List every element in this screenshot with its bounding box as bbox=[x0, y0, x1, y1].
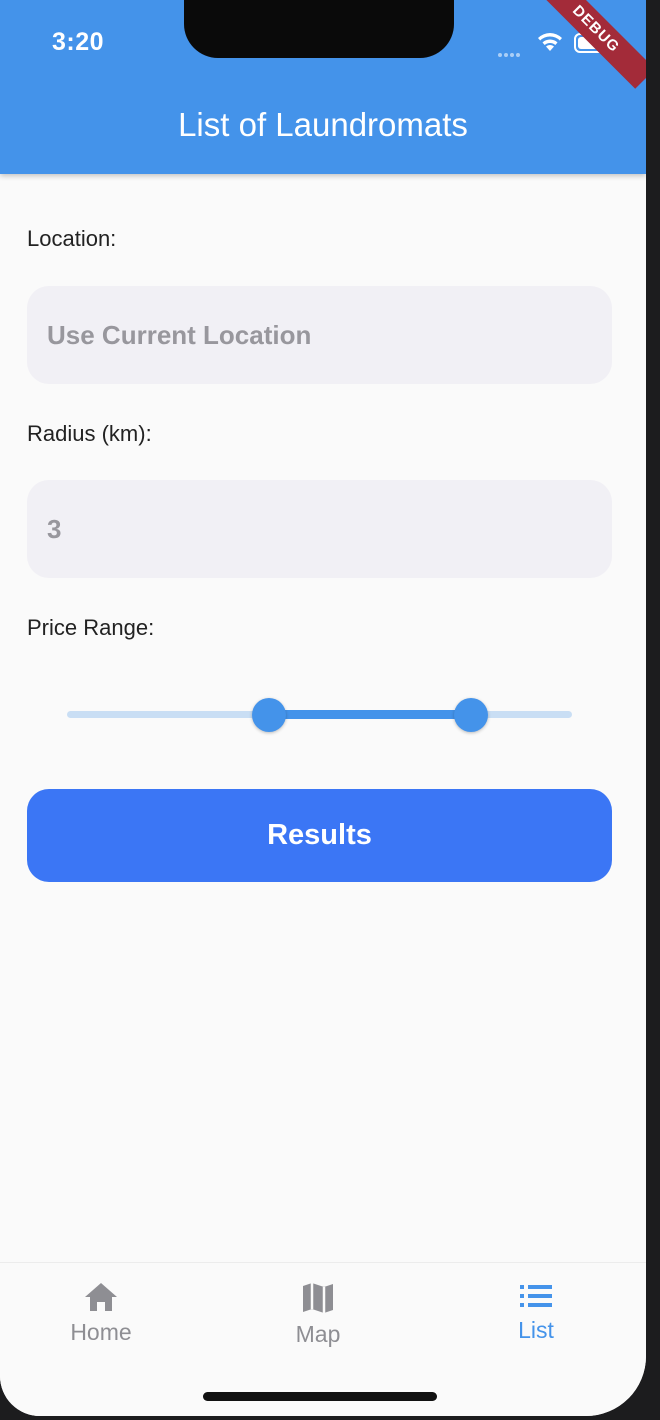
radius-input[interactable]: 3 bbox=[27, 480, 612, 578]
page-title: List of Laundromats bbox=[178, 106, 468, 143]
slider-start-thumb[interactable] bbox=[252, 698, 286, 732]
app-screen: 3:20 DEBUG List of Laundromats Location:… bbox=[0, 0, 646, 1416]
nav-label-home: Home bbox=[70, 1319, 132, 1345]
location-input[interactable]: Use Current Location bbox=[27, 286, 612, 384]
price-range-label: Price Range: bbox=[27, 615, 155, 640]
home-icon bbox=[85, 1283, 117, 1311]
nav-label-list: List bbox=[518, 1317, 554, 1343]
cellular-signal-icon bbox=[498, 44, 528, 57]
nav-item-map[interactable]: Map bbox=[258, 1281, 378, 1348]
price-range-slider[interactable] bbox=[67, 696, 572, 734]
map-icon bbox=[303, 1283, 333, 1313]
slider-end-thumb[interactable] bbox=[454, 698, 488, 732]
list-icon bbox=[520, 1285, 552, 1307]
nav-label-map: Map bbox=[295, 1321, 341, 1347]
wifi-icon bbox=[538, 33, 562, 51]
location-label: Location: bbox=[27, 226, 117, 251]
device-notch bbox=[184, 0, 454, 58]
app-bar: 3:20 DEBUG List of Laundromats bbox=[0, 0, 646, 174]
slider-active-track bbox=[269, 710, 471, 719]
results-button[interactable]: Results bbox=[27, 789, 612, 882]
radius-label: Radius (km): bbox=[27, 421, 152, 446]
home-indicator[interactable] bbox=[203, 1392, 437, 1401]
nav-item-list[interactable]: List bbox=[476, 1281, 596, 1344]
nav-item-home[interactable]: Home bbox=[41, 1281, 161, 1346]
status-time: 3:20 bbox=[52, 28, 105, 56]
